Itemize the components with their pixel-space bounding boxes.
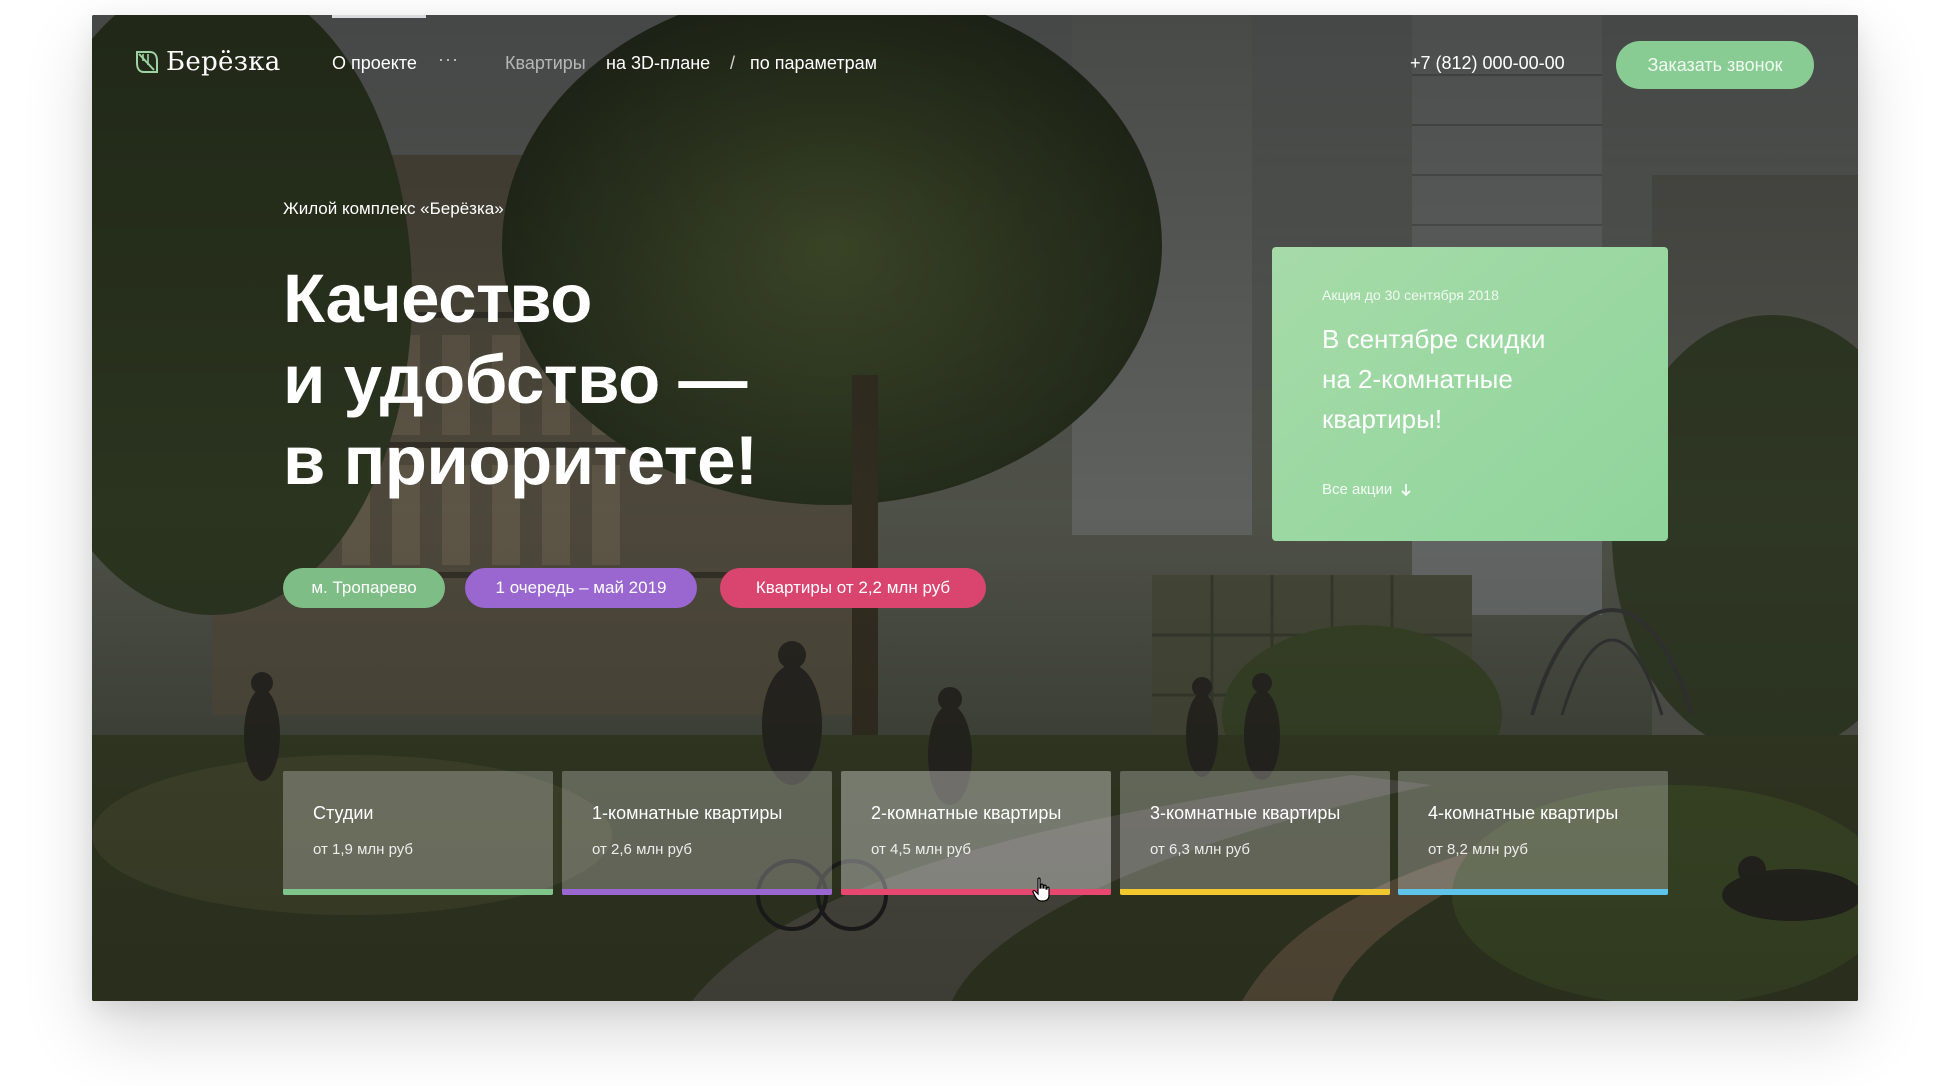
headline-line-1: Качество bbox=[283, 260, 592, 337]
apartment-card-3-room[interactable]: 3-комнатные квартиры от 6,3 млн руб bbox=[1120, 771, 1390, 895]
arrow-down-icon bbox=[1401, 483, 1411, 496]
apartment-card-title: Студии bbox=[313, 803, 374, 823]
apartment-card-title: 1-комнатные квартиры bbox=[592, 803, 783, 823]
apartment-card-color-bar bbox=[283, 889, 553, 895]
logo-text: Берёзка bbox=[166, 47, 281, 77]
apartment-card-color-bar bbox=[562, 889, 832, 895]
hand-cursor-icon bbox=[1032, 877, 1050, 902]
promo-title-line-3: квартиры! bbox=[1322, 404, 1443, 434]
apartment-card-price: от 6,3 млн руб bbox=[1150, 841, 1251, 858]
nav-3d-plan-link[interactable]: на 3D-плане bbox=[606, 53, 710, 74]
apartment-card-studio[interactable]: Студии от 1,9 млн руб bbox=[283, 771, 553, 895]
promo-title-line-2: на 2-комнатные bbox=[1322, 364, 1513, 394]
nav-about-link[interactable]: О проекте bbox=[332, 53, 417, 74]
chip-metro[interactable]: м. Тропарево bbox=[283, 568, 445, 608]
apartment-card-color-bar bbox=[1120, 889, 1390, 895]
apartment-card-title: 3-комнатные квартиры bbox=[1150, 803, 1341, 823]
headline-line-2: и удобство — bbox=[283, 341, 747, 418]
promo-title: В сентябре скидки на 2-комнатные квартир… bbox=[1322, 319, 1618, 439]
apartment-card-1-room[interactable]: 1-комнатные квартиры от 2,6 млн руб bbox=[562, 771, 832, 895]
promo-title-line-1: В сентябре скидки bbox=[1322, 324, 1546, 354]
apartment-card-price: от 4,5 млн руб bbox=[871, 841, 972, 858]
nav-separator: / bbox=[730, 53, 736, 73]
promo-card[interactable]: Акция до 30 сентября 2018 В сентябре ски… bbox=[1272, 247, 1668, 541]
apartment-card-price: от 8,2 млн руб bbox=[1428, 841, 1529, 858]
leaf-icon bbox=[136, 51, 158, 73]
apartment-card-4-room[interactable]: 4-комнатные квартиры от 8,2 млн руб bbox=[1398, 771, 1668, 895]
all-promos-label: Все акции bbox=[1322, 481, 1393, 498]
nav-params-link[interactable]: по параметрам bbox=[750, 53, 877, 74]
callback-button[interactable]: Заказать звонок bbox=[1616, 41, 1814, 89]
apartment-card-price: от 1,9 млн руб bbox=[313, 841, 414, 858]
phone-number[interactable]: +7 (812) 000-00-00 bbox=[1410, 53, 1565, 74]
browser-frame: Берёзка О проекте ··· Квартиры на 3D-пла… bbox=[92, 15, 1858, 1001]
apartment-card-color-bar bbox=[841, 889, 1111, 895]
chip-queue[interactable]: 1 очередь – май 2019 bbox=[465, 568, 697, 608]
apartment-card-2-room[interactable]: 2-комнатные квартиры от 4,5 млн руб bbox=[841, 771, 1111, 895]
logo[interactable]: Берёзка bbox=[134, 47, 281, 77]
apartment-card-title: 4-комнатные квартиры bbox=[1428, 803, 1619, 823]
hero-subtitle: Жилой комплекс «Берёзка» bbox=[283, 199, 504, 218]
headline-line-3: в приоритете! bbox=[283, 422, 758, 499]
apartment-card-color-bar bbox=[1398, 889, 1668, 895]
apartment-card-title: 2-комнатные квартиры bbox=[871, 803, 1062, 823]
hero-headline: Качество и удобство — в приоритете! bbox=[283, 258, 758, 501]
more-menu-icon[interactable]: ··· bbox=[438, 49, 459, 70]
nav-apartments-label: Квартиры bbox=[505, 53, 586, 73]
chip-price[interactable]: Квартиры от 2,2 млн руб bbox=[720, 568, 986, 608]
apartment-card-price: от 2,6 млн руб bbox=[592, 841, 693, 858]
top-progress-indicator bbox=[332, 15, 426, 18]
all-promos-link[interactable]: Все акции bbox=[1322, 481, 1412, 498]
promo-date: Акция до 30 сентября 2018 bbox=[1322, 287, 1499, 303]
